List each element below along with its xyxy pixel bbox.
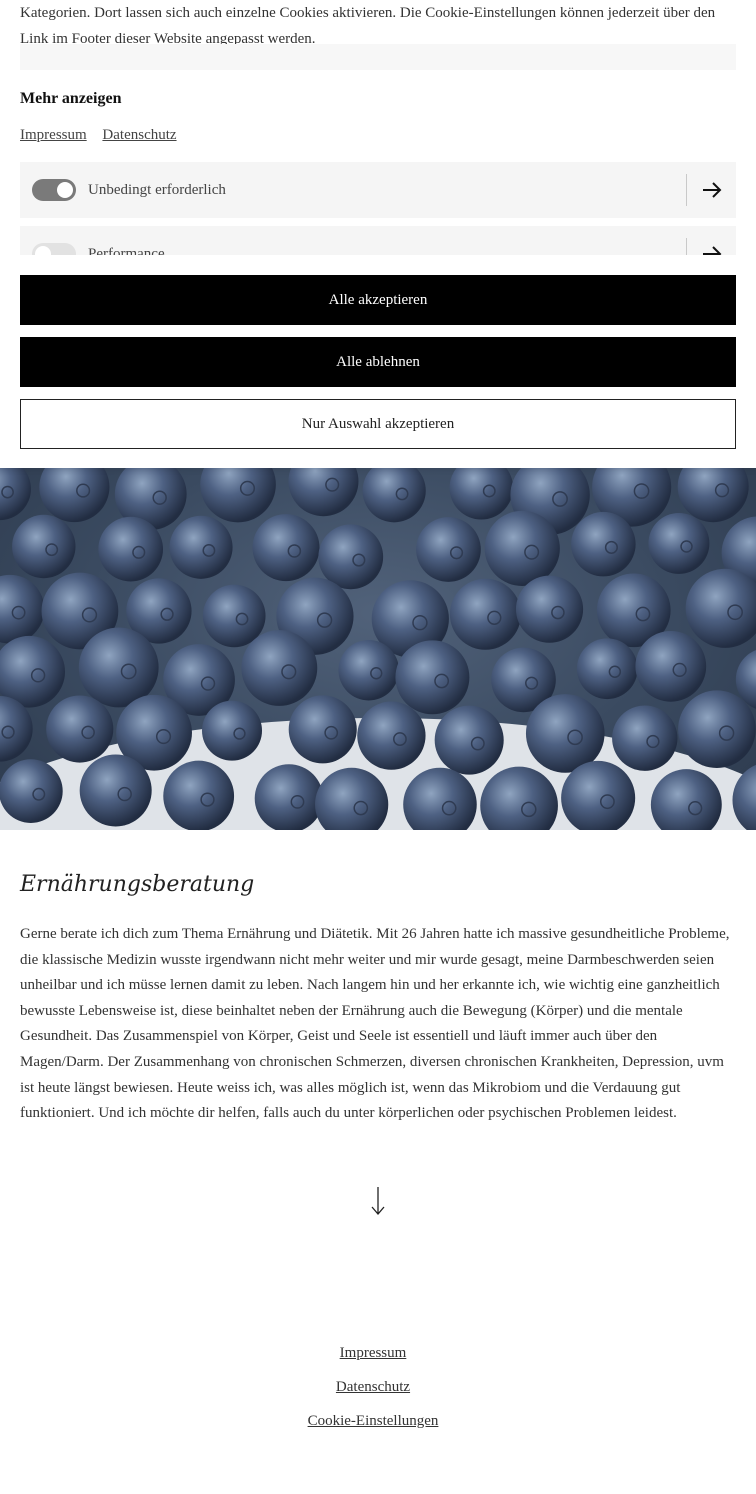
blueberry <box>79 754 152 827</box>
blueberry <box>434 705 504 775</box>
blueberry <box>0 759 63 823</box>
blueberries-photo <box>0 468 756 830</box>
blueberry <box>732 764 756 830</box>
cookie-links: Impressum Datenschutz <box>20 127 189 144</box>
blueberry <box>78 627 159 708</box>
arrow-right-icon[interactable] <box>700 244 724 255</box>
blueberry <box>98 516 164 582</box>
blueberry <box>315 767 389 830</box>
category-label: Unbedingt erforderlich <box>88 182 226 198</box>
blueberry <box>362 468 426 523</box>
blueberry <box>12 514 76 579</box>
blueberry <box>685 568 756 648</box>
blueberry <box>416 517 481 582</box>
cookie-datenschutz-link[interactable]: Datenschutz <box>102 127 176 143</box>
blueberry <box>288 695 357 764</box>
cookie-text-fade <box>20 44 736 70</box>
blueberry <box>650 769 722 830</box>
toggle-knob <box>35 246 51 255</box>
blueberry <box>39 468 110 523</box>
blueberry <box>480 766 558 830</box>
accept-selection-button[interactable]: Nur Auswahl akzeptieren <box>20 399 736 449</box>
blueberry <box>357 701 426 770</box>
blueberry <box>648 512 710 574</box>
blueberry <box>200 468 276 523</box>
footer-cookie-settings-link[interactable]: Cookie-Einstellungen <box>0 1404 746 1438</box>
show-more-link[interactable]: Mehr anzeigen <box>20 90 121 108</box>
reject-all-button[interactable]: Alle ablehnen <box>20 337 736 387</box>
blueberry <box>252 514 320 582</box>
blueberry <box>395 640 470 715</box>
blueberry <box>0 574 45 644</box>
blueberry <box>288 468 359 517</box>
blueberry <box>678 690 756 769</box>
performance-toggle[interactable] <box>32 243 76 255</box>
section-title: Ernährungsberatung <box>20 872 255 897</box>
blueberry <box>515 575 584 643</box>
section-body: Gerne berate ich dich zum Thema Ernährun… <box>20 926 730 1122</box>
blueberry <box>449 578 521 650</box>
blueberry <box>576 638 638 700</box>
arrow-down-icon[interactable] <box>368 1186 388 1216</box>
blueberry <box>484 510 560 587</box>
category-row-necessary: Unbedingt erforderlich <box>20 162 736 218</box>
blueberry <box>449 468 514 520</box>
blueberry <box>525 694 605 773</box>
cookie-banner: Kategorien. Dort lassen sich auch einzel… <box>0 0 756 468</box>
category-row-performance: Performance <box>20 226 736 255</box>
blueberry <box>338 639 399 701</box>
footer-datenschutz-link[interactable]: Datenschutz <box>0 1370 746 1404</box>
cookie-impressum-link[interactable]: Impressum <box>20 127 87 143</box>
blueberry <box>46 695 114 763</box>
blueberry <box>241 630 318 706</box>
divider <box>686 174 687 206</box>
blueberry <box>612 705 678 771</box>
blueberry <box>201 700 263 761</box>
blueberry <box>571 511 636 577</box>
necessary-toggle[interactable] <box>32 179 76 201</box>
accept-all-button[interactable]: Alle akzeptieren <box>20 275 736 325</box>
blueberry <box>163 760 235 830</box>
blueberry <box>635 630 707 702</box>
blueberry <box>318 524 384 590</box>
blueberry <box>0 468 31 521</box>
footer: Impressum Datenschutz Cookie-Einstellung… <box>0 1336 746 1438</box>
footer-impressum-link[interactable]: Impressum <box>0 1336 746 1370</box>
blueberry <box>202 584 266 648</box>
blueberries-illustration <box>0 468 756 830</box>
toggle-knob <box>57 182 73 198</box>
category-label: Performance <box>88 246 165 255</box>
blueberry <box>677 468 749 523</box>
blueberry <box>403 767 477 830</box>
arrow-right-icon[interactable] <box>700 180 724 200</box>
blueberry <box>254 764 324 830</box>
blueberry <box>169 515 233 579</box>
divider <box>686 238 687 255</box>
